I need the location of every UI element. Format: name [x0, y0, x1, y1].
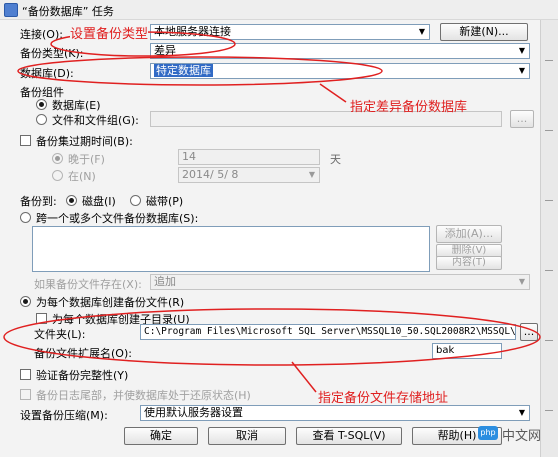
annotation-set-type: 设置备份类型 — [70, 23, 149, 42]
watermark-logo-icon: php — [478, 426, 498, 440]
annotation-arrow-database — [319, 83, 347, 103]
annotation-specify-path: 指定备份文件存储地址 — [318, 391, 449, 406]
annotation-ellipse-database — [17, 56, 383, 86]
annotation-arrow-path — [291, 361, 317, 393]
annotation-specify-db: 指定差异备份数据库 — [350, 100, 468, 115]
watermark-text: 中文网 — [502, 429, 542, 444]
annotation-ellipse-path — [3, 308, 541, 366]
annotation-layer — [3, 31, 541, 393]
